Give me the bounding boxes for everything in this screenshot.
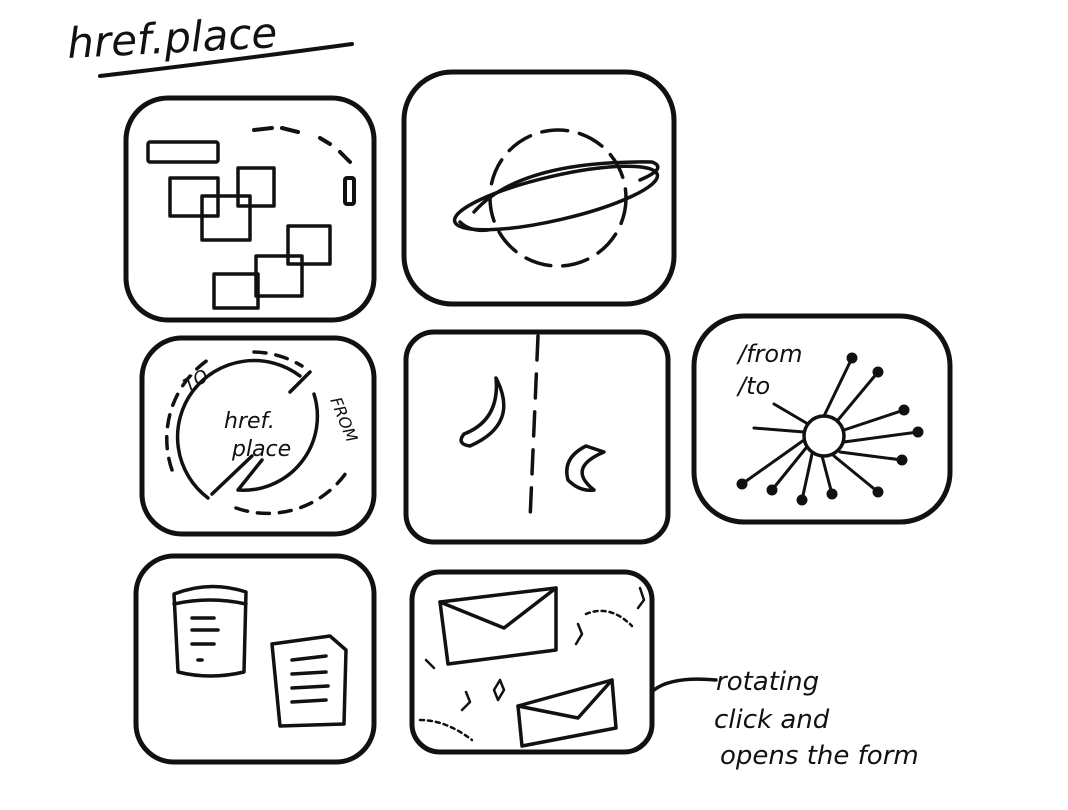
- split-divider: [528, 334, 540, 522]
- note-rect: [286, 224, 332, 266]
- moon-right-icon: [565, 444, 606, 493]
- planet-icon: [452, 128, 660, 268]
- tile-envelopes[interactable]: [409, 569, 655, 755]
- moon-left-icon: [459, 376, 506, 448]
- side-note: rotating click and opens the form: [714, 667, 919, 771]
- tile-sticky-notes[interactable]: [123, 95, 377, 323]
- note-rect: [236, 166, 276, 208]
- sketch-svg: href.place href. place TO FROM /from /to…: [66, 8, 953, 771]
- tile-frame: [691, 313, 953, 525]
- tile-radial[interactable]: /from/to: [691, 313, 953, 525]
- radial-text: /from/to: [736, 340, 802, 400]
- note-rect: [254, 254, 304, 298]
- tile-planet[interactable]: [401, 69, 677, 307]
- note-line-2: click and: [714, 705, 830, 735]
- tile-frame: [133, 553, 377, 765]
- tile-portal[interactable]: href. place TO FROM: [139, 335, 377, 537]
- envelope-icon: [516, 678, 618, 748]
- tile-frame: [403, 329, 671, 545]
- note-connector: [652, 677, 718, 692]
- note-rectangles: [146, 140, 332, 310]
- tile-frame: [401, 69, 677, 307]
- note-line-3: opens the form: [720, 741, 919, 771]
- tile-documents[interactable]: [133, 553, 377, 765]
- tile-moons[interactable]: [403, 329, 671, 545]
- portal-label: href. place: [224, 409, 291, 462]
- portal-from-label: FROM: [326, 394, 361, 445]
- portal-to-label: TO: [180, 366, 212, 397]
- sketch-canvas: href.place href. place TO FROM /from /to…: [0, 0, 1068, 806]
- title-group: href.place: [66, 8, 354, 78]
- note-rect: [146, 140, 220, 164]
- note-rect: [200, 194, 252, 242]
- envelope-icon: [438, 586, 558, 666]
- note-rect: [212, 272, 260, 310]
- note-line-1: rotating: [716, 667, 819, 697]
- paper-icon: [270, 634, 348, 728]
- dashed-arc: [252, 126, 356, 206]
- document-icon: [172, 584, 248, 678]
